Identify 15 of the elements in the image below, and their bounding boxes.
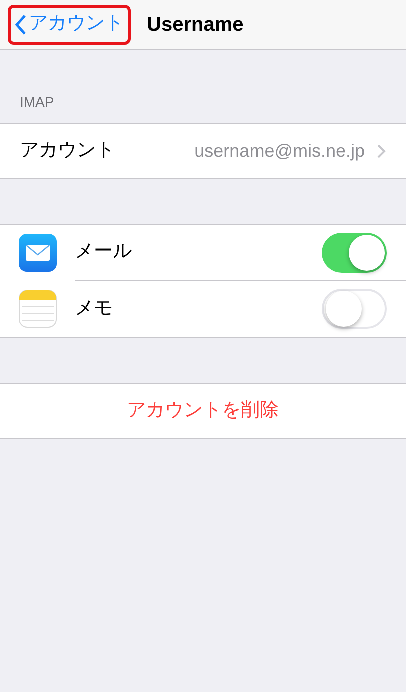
nav-title: Username <box>147 12 244 38</box>
back-button[interactable]: アカウント <box>8 4 131 44</box>
back-chevron-icon <box>15 14 27 36</box>
delete-account-button[interactable]: アカウントを削除 <box>0 383 406 439</box>
chevron-icon <box>377 144 386 158</box>
account-label: アカウント <box>20 138 115 163</box>
account-value: username@mis.ne.jp <box>194 140 365 163</box>
toggle-label: メール <box>75 240 132 264</box>
toggle-switch[interactable] <box>322 289 387 329</box>
notepad-app-icon <box>19 290 57 328</box>
toggle-switch[interactable] <box>322 232 387 272</box>
envelope-app-icon <box>19 234 57 272</box>
section-header: IMAP <box>19 93 56 112</box>
toggle-label: メモ <box>75 296 113 321</box>
account-row[interactable]: アカウント username@mis.ne.jp <box>0 123 406 179</box>
